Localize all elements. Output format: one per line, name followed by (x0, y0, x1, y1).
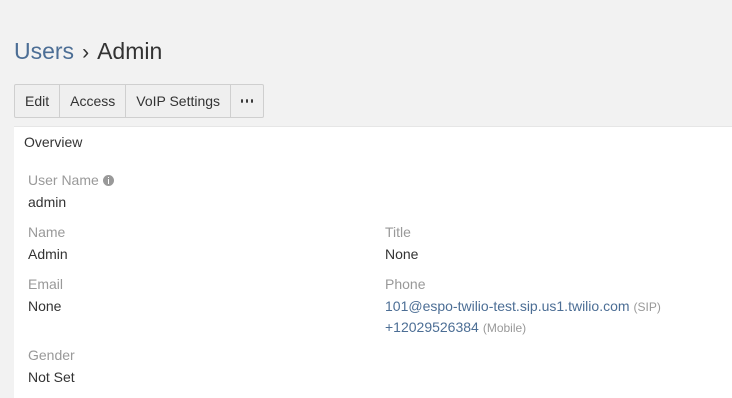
breadcrumb-separator: › (82, 41, 90, 64)
email-value: None (28, 298, 62, 314)
ellipsis-icon (241, 99, 244, 103)
overview-panel: Overview User Name admin Name Admin Titl… (14, 126, 732, 398)
phone-mobile-link[interactable]: +12029526384 (385, 319, 479, 335)
title-label: Title (385, 224, 411, 240)
name-value: Admin (28, 246, 68, 262)
field-label: User Name (28, 171, 114, 189)
phone-type-label: (SIP) (633, 300, 661, 314)
phone-item: 101@espo-twilio-test.sip.us1.twilio.com(… (385, 296, 661, 317)
email-label: Email (28, 276, 64, 292)
field-name: Name Admin (28, 223, 68, 264)
phone-sip-link[interactable]: 101@espo-twilio-test.sip.us1.twilio.com (385, 298, 630, 314)
field-email: Email None (28, 275, 63, 316)
phone-item: +12029526384 (Mobile) (385, 317, 661, 338)
field-phone: Phone 101@espo-twilio-test.sip.us1.twili… (385, 275, 661, 338)
gender-value: Not Set (28, 369, 75, 385)
voip-settings-button[interactable]: VoIP Settings (126, 85, 232, 117)
user-name-value: admin (28, 194, 67, 210)
name-label: Name (28, 224, 66, 240)
gender-label: Gender (28, 347, 75, 363)
panel-heading: Overview (24, 134, 83, 150)
edit-button[interactable]: Edit (15, 85, 61, 117)
phone-label: Phone (385, 276, 426, 292)
field-title: Title None (385, 223, 418, 264)
user-name-label: User Name (28, 172, 99, 188)
field-gender: Gender Not Set (28, 346, 75, 387)
action-toolbar: Edit Access VoIP Settings (14, 84, 265, 118)
user-detail-page: Users › Admin Edit Access VoIP Settings Ov… (0, 0, 732, 398)
ellipsis-icon (251, 99, 254, 103)
field-user-name: User Name admin (28, 171, 114, 212)
phone-list: 101@espo-twilio-test.sip.us1.twilio.com(… (385, 296, 661, 338)
page-title: Admin (97, 38, 163, 64)
info-icon[interactable] (102, 174, 114, 186)
breadcrumb: Users › Admin (14, 36, 162, 68)
ellipsis-icon (246, 99, 249, 103)
more-actions-button[interactable] (231, 85, 263, 117)
breadcrumb-users-link[interactable]: Users (14, 38, 74, 64)
access-button[interactable]: Access (60, 85, 127, 117)
title-value: None (385, 246, 419, 262)
phone-type-label: (Mobile) (482, 321, 527, 335)
